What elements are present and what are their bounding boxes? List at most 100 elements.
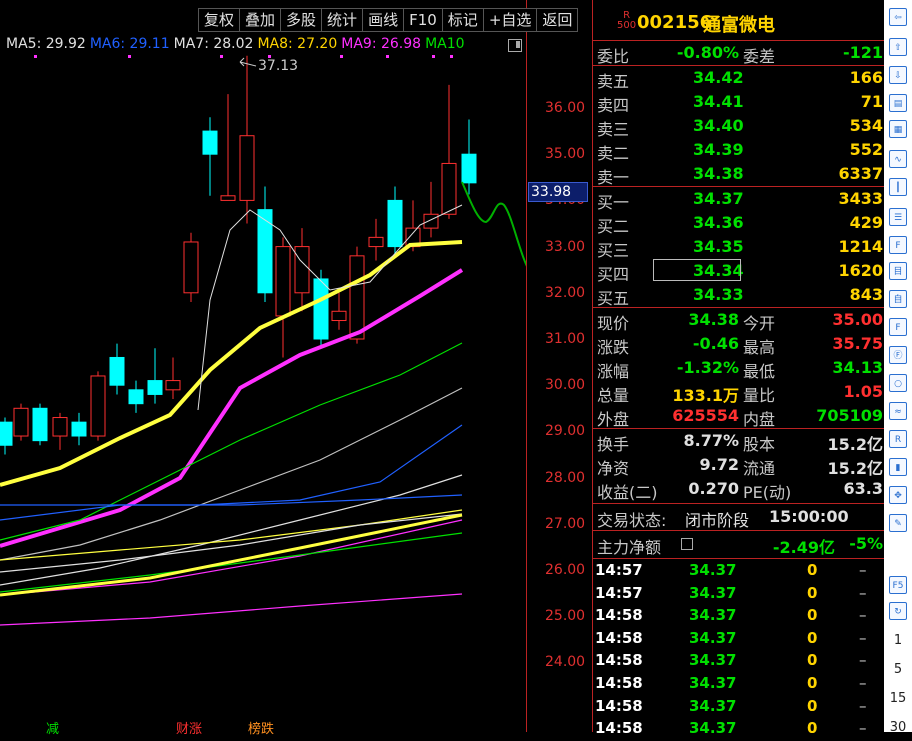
doc-icon[interactable] bbox=[681, 538, 693, 550]
ask-row[interactable]: 卖五 34.42 166 bbox=[593, 66, 885, 91]
wave-icon[interactable]: ≈ bbox=[889, 402, 907, 420]
tick-price: 34.37 bbox=[689, 674, 737, 692]
price-tick-label: 33.00 bbox=[545, 238, 586, 255]
arrow-down-icon[interactable]: ⇩ bbox=[889, 66, 907, 84]
period-button[interactable]: 5 bbox=[884, 662, 912, 677]
ask-row[interactable]: 卖三 34.40 534 bbox=[593, 114, 885, 139]
quote-value: -1.32% bbox=[676, 358, 739, 377]
signal-label: 减 bbox=[46, 722, 60, 737]
rsi-icon[interactable]: R bbox=[889, 430, 907, 448]
ma-panel-toggle-icon[interactable] bbox=[508, 39, 522, 52]
toolbar-button[interactable]: 标记 bbox=[442, 8, 484, 32]
ask-price: 34.38 bbox=[693, 164, 744, 183]
tick-time: 14:58 bbox=[595, 719, 643, 738]
tick-price: 34.37 bbox=[689, 606, 737, 625]
tick-volume: 0 bbox=[807, 674, 818, 692]
committee-row: 委比 -0.80% 委差 -121 bbox=[593, 41, 885, 66]
ask-price: 34.40 bbox=[693, 116, 744, 135]
ma-legend-item: MA8: 27.20 bbox=[257, 36, 338, 52]
tick-row: 14:58 34.37 0 – bbox=[593, 697, 885, 719]
arrow-up-icon[interactable]: ⇧ bbox=[889, 38, 907, 56]
ask-volume: 534 bbox=[849, 116, 883, 135]
ma-legend-item: MA7: 28.02 bbox=[173, 36, 254, 52]
stock-code[interactable]: 002156 bbox=[637, 12, 712, 33]
quote-value-2: 35.00 bbox=[832, 310, 883, 329]
quote-row: 外盘 625554 内盘 705109 bbox=[593, 404, 885, 429]
pencil-icon[interactable]: ✎ bbox=[889, 514, 907, 532]
fund-icon[interactable]: Ⓕ bbox=[889, 346, 907, 364]
table-icon[interactable]: ☰ bbox=[889, 208, 907, 226]
ma-legend-item: MA5: 29.92 bbox=[6, 36, 86, 52]
period-button[interactable]: 15 bbox=[884, 691, 912, 706]
price-tick-label: 26.00 bbox=[545, 562, 586, 578]
toolbar-button[interactable]: 画线 bbox=[363, 8, 405, 32]
bid-price: 34.35 bbox=[693, 237, 744, 256]
kline-chart[interactable]: 36.0035.0034.0033.0032.0031.0030.0029.00… bbox=[0, 0, 592, 737]
move-icon[interactable]: ✥ bbox=[889, 486, 907, 504]
bookmark-icon[interactable]: ▮ bbox=[889, 458, 907, 476]
fundamental-value-2: 15.2亿 bbox=[827, 435, 883, 454]
period-button[interactable]: 30 bbox=[884, 720, 912, 735]
tick-row: 14:58 34.37 0 – bbox=[593, 651, 885, 673]
kline-canvas[interactable] bbox=[0, 0, 526, 732]
tick-direction: – bbox=[859, 561, 867, 579]
ask-price: 34.39 bbox=[693, 140, 744, 159]
quote-value-2: 1.05 bbox=[843, 382, 883, 401]
toolbar-button[interactable]: 返回 bbox=[537, 8, 579, 32]
main-capital-pct: -5% bbox=[849, 534, 883, 553]
quote-label: 涨幅 bbox=[597, 362, 630, 381]
ask-label: 卖一 bbox=[597, 168, 630, 187]
fiz-icon[interactable]: F bbox=[889, 318, 907, 336]
toolbar-button[interactable]: 统计 bbox=[322, 8, 364, 32]
fundamental-value-2: 63.3 bbox=[843, 479, 883, 498]
selected-bid-box bbox=[653, 259, 741, 281]
toolbar-button[interactable]: 复权 bbox=[198, 8, 241, 32]
ask-row[interactable]: 卖四 34.41 71 bbox=[593, 90, 885, 115]
f10-icon[interactable]: F bbox=[889, 236, 907, 254]
stock-name[interactable]: 通富微电 bbox=[703, 11, 775, 37]
quote-label-2: 量比 bbox=[743, 386, 776, 405]
ask-volume: 166 bbox=[849, 68, 883, 87]
tick-volume: 0 bbox=[807, 606, 818, 625]
quote-value-2: 34.13 bbox=[832, 358, 883, 377]
line-chart-icon[interactable]: ∿ bbox=[889, 150, 907, 168]
quote-row: 现价 34.38 今开 35.00 bbox=[593, 308, 885, 333]
fundamental-row: 净资 9.72 流通 15.2亿 bbox=[593, 453, 885, 478]
cycle-icon[interactable]: ○ bbox=[889, 374, 907, 392]
badge-bottom: 500 bbox=[617, 20, 637, 31]
bid-price: 34.36 bbox=[693, 213, 744, 232]
arrow-left-icon[interactable]: ⇦ bbox=[889, 8, 907, 26]
quote-label: 现价 bbox=[597, 314, 630, 333]
list-icon[interactable]: ▤ bbox=[889, 94, 907, 112]
tick-time: 14:57 bbox=[595, 583, 643, 602]
period-button[interactable]: 1 bbox=[884, 633, 912, 648]
bid-row[interactable]: 买三 34.35 1214 bbox=[593, 235, 885, 260]
tick-time: 14:57 bbox=[595, 561, 643, 579]
ask-row[interactable]: 卖一 34.38 6337 bbox=[593, 162, 885, 187]
book-icon[interactable]: 目 bbox=[889, 262, 907, 280]
fundamental-row: 换手 8.77% 股本 15.2亿 bbox=[593, 429, 885, 454]
ask-row[interactable]: 卖二 34.39 552 bbox=[593, 138, 885, 163]
fundamental-label-2: PE(动) bbox=[743, 483, 792, 502]
f5-button[interactable]: F5 bbox=[889, 576, 907, 594]
committee-ratio: -0.80% bbox=[676, 43, 739, 62]
bid-row[interactable]: 买五 34.33 843 bbox=[593, 283, 885, 308]
price-tick-label: 35.00 bbox=[545, 146, 586, 163]
toolbar-button[interactable]: 叠加 bbox=[240, 8, 282, 32]
grid-icon[interactable]: ▦ bbox=[889, 120, 907, 138]
quote-label-2: 内盘 bbox=[743, 410, 776, 429]
bid-row[interactable]: 买二 34.36 429 bbox=[593, 211, 885, 236]
toolbar-button[interactable]: +自选 bbox=[483, 8, 538, 32]
quote-panel: R 500 002156 通富微电 委比 -0.80% 委差 -121 卖五 34… bbox=[592, 0, 885, 737]
toolbar-button[interactable]: F10 bbox=[404, 8, 443, 32]
bid-row[interactable]: 买一 34.37 3433 bbox=[593, 187, 885, 212]
tick-volume: 0 bbox=[807, 628, 818, 647]
toolbar-button[interactable]: 多股 bbox=[281, 8, 323, 32]
candle-icon[interactable]: ┃ bbox=[889, 178, 907, 196]
ma-legend-item: MA9: 26.98 bbox=[341, 36, 422, 52]
self-select-icon[interactable]: 自 bbox=[889, 290, 907, 308]
refresh-icon[interactable]: ↻ bbox=[889, 602, 907, 620]
stock-header: R 500 002156 通富微电 bbox=[593, 0, 885, 41]
tick-volume: 0 bbox=[807, 561, 818, 579]
quote-label: 总量 bbox=[597, 386, 630, 405]
